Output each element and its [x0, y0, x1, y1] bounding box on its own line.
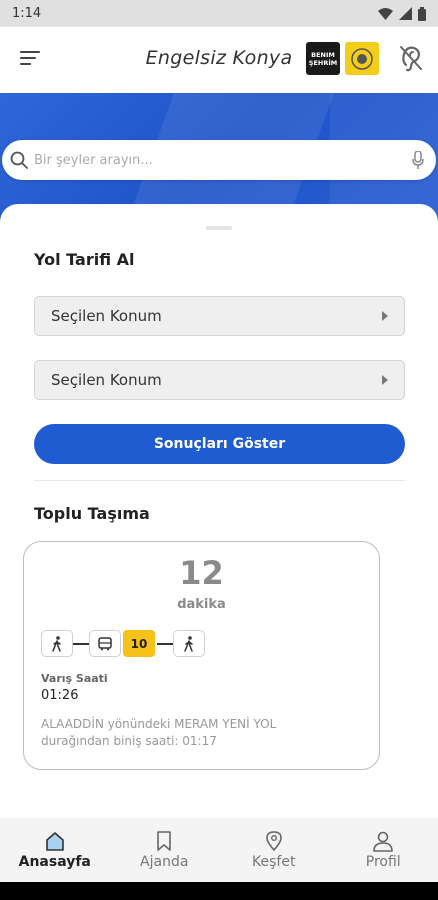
from-location-label: Seçilen Konum [51, 307, 162, 325]
walking-icon [184, 635, 193, 652]
from-location-field[interactable]: Seçilen Konum [34, 296, 405, 336]
walk-step [173, 630, 205, 657]
wifi-icon [378, 7, 393, 20]
directions-title: Yol Tarifi Al [34, 250, 135, 269]
route-connector [73, 642, 89, 645]
logo-line: ŞEHRİM [308, 58, 338, 67]
nav-label-profile: Profil [365, 854, 401, 870]
signal-icon [399, 7, 412, 20]
bus-icon [98, 636, 112, 650]
arrival-time: 01:26 [41, 688, 79, 703]
to-location-label: Seçilen Konum [51, 371, 162, 389]
nav-item-profile[interactable]: Profil [329, 818, 438, 882]
status-time: 1:14 [12, 6, 42, 21]
travel-minutes-unit: dakika [177, 597, 226, 612]
microphone-icon[interactable] [412, 151, 424, 169]
to-location-field[interactable]: Seçilen Konum [34, 360, 405, 400]
logo-line: BENIM [311, 50, 335, 59]
home-icon [45, 832, 64, 851]
search-input[interactable] [34, 152, 412, 168]
nav-label-agenda: Ajanda [140, 854, 189, 870]
bookmark-icon [157, 831, 172, 851]
konya-buyuksehir-logo [345, 42, 379, 75]
caret-right-icon [382, 311, 388, 321]
boarding-info: ALAADDİN yönündeki MERAM YENİ YOL durağı… [41, 717, 277, 748]
divider [34, 480, 405, 481]
bus-step [89, 630, 121, 657]
search-bar[interactable] [2, 140, 436, 180]
search-icon [10, 151, 28, 169]
travel-minutes: 12 [179, 554, 224, 592]
transit-card[interactable]: 12 dakika 10 Varış Saati 01:26 ALAADDİN … [23, 541, 380, 770]
location-pin-icon [265, 831, 282, 852]
caret-right-icon [382, 375, 388, 385]
sheet-handle[interactable] [206, 226, 232, 230]
route-connector [157, 642, 173, 645]
walk-step [41, 630, 73, 657]
person-icon [373, 831, 394, 852]
system-navigation-bar [0, 882, 438, 900]
walking-icon [52, 635, 61, 652]
benim-sehrim-logo: BENIM ŞEHRİM [306, 42, 340, 75]
battery-icon [418, 6, 426, 21]
nav-label-explore: Keşfet [252, 854, 296, 870]
nav-item-agenda[interactable]: Ajanda [110, 818, 220, 882]
bottom-nav: Anasayfa Ajanda Keşfet Profil [0, 818, 438, 882]
transit-title: Toplu Taşıma [34, 504, 150, 523]
status-icons [378, 6, 426, 21]
arrival-label: Varış Saati [41, 672, 108, 685]
hearing-accessibility-icon[interactable] [398, 43, 424, 77]
nav-item-explore[interactable]: Keşfet [219, 818, 329, 882]
status-bar: 1:14 [0, 0, 438, 27]
route-steps: 10 [41, 630, 205, 657]
bus-number-badge: 10 [123, 630, 155, 657]
nav-item-home[interactable]: Anasayfa [0, 818, 110, 882]
show-results-button[interactable]: Sonuçları Göster [34, 424, 405, 464]
app-header: Engelsiz Konya BENIM ŞEHRİM [0, 27, 438, 93]
nav-label-home: Anasayfa [18, 854, 91, 870]
